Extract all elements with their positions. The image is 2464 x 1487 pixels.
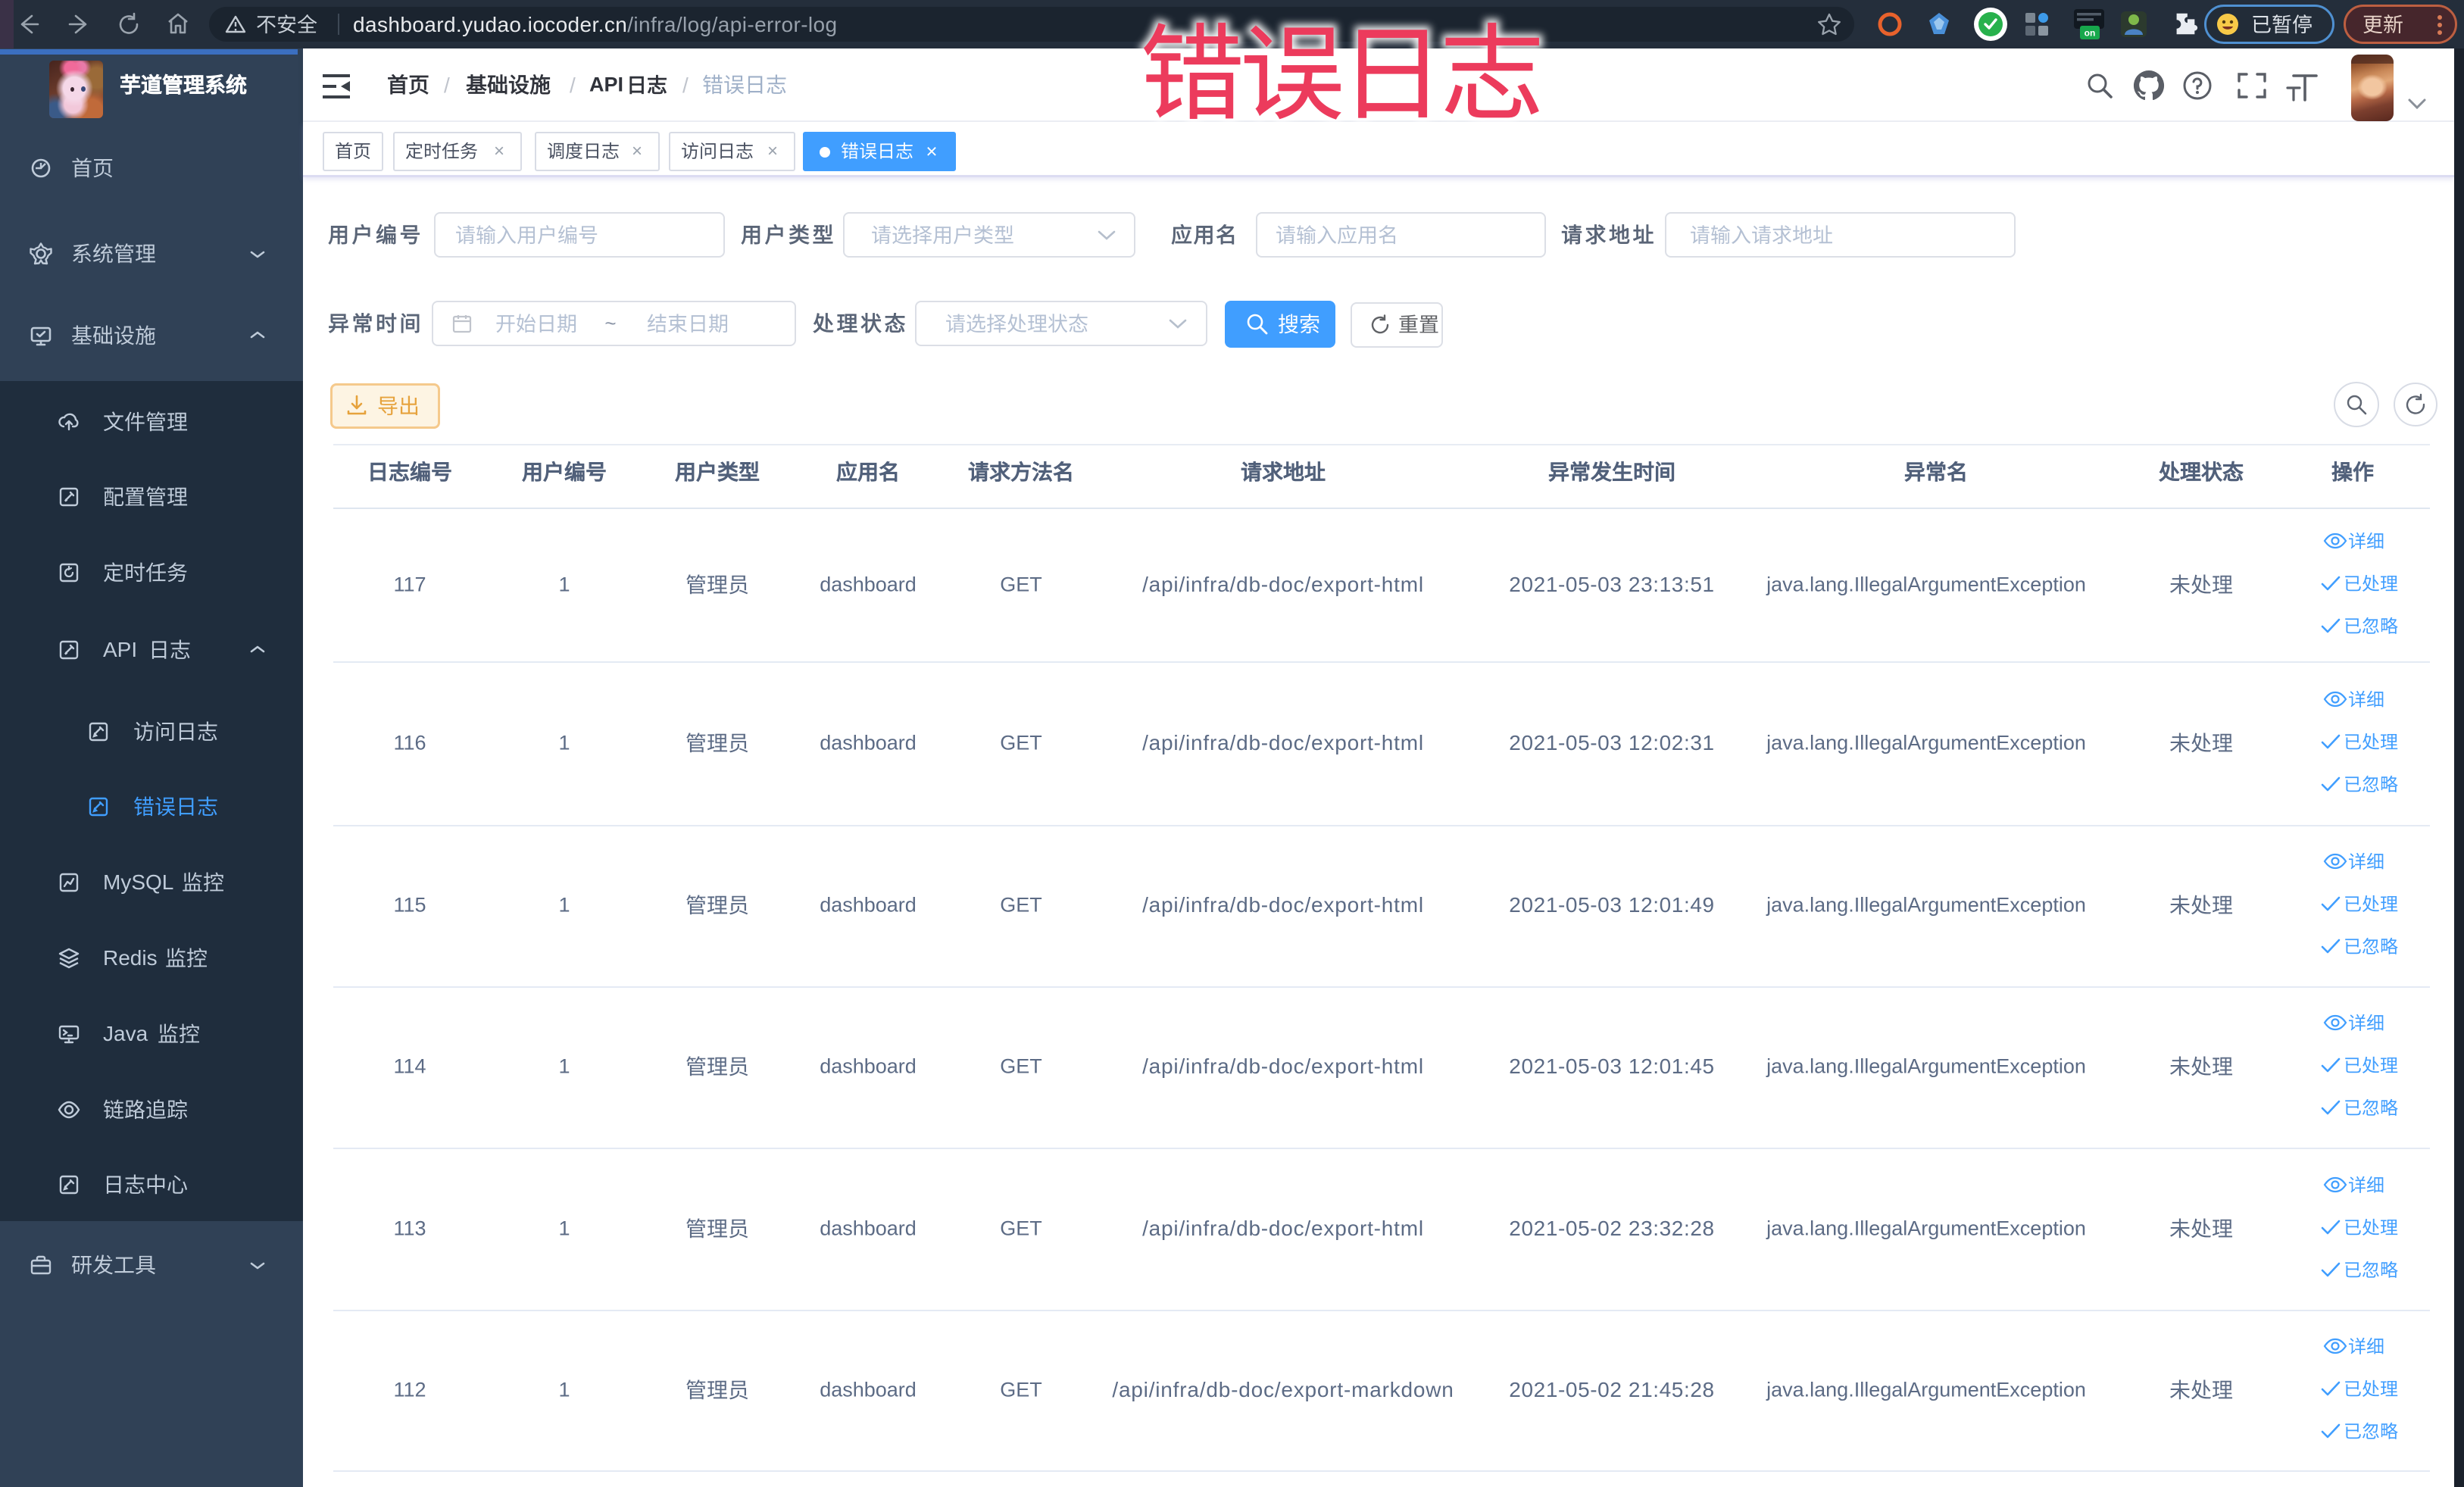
svg-text:on: on: [2085, 28, 2096, 39]
